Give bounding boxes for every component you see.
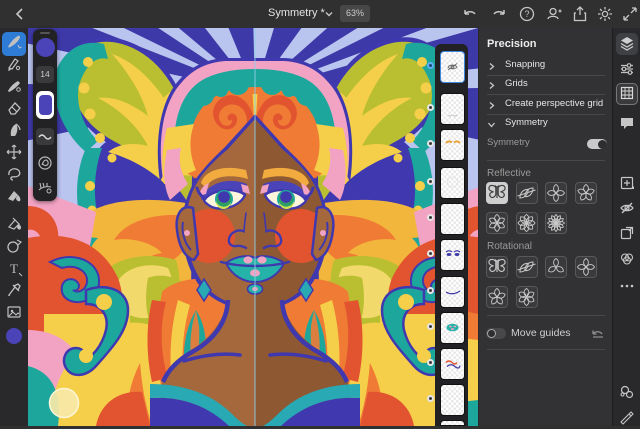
- svg-text:?: ?: [524, 9, 529, 19]
- svg-text:T: T: [10, 261, 18, 276]
